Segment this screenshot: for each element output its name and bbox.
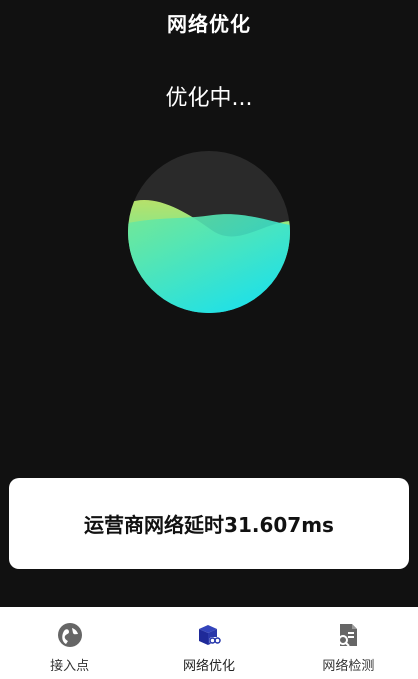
- page-title: 网络优化: [167, 12, 251, 36]
- wave-front-layer: [128, 214, 290, 313]
- document-search-icon: [338, 624, 358, 647]
- latency-card: 运营商网络延时31.607ms: [9, 478, 409, 569]
- globe-pin-icon: [57, 623, 82, 647]
- bottom-navigation: 接入点 网络优化 网络检测: [0, 607, 418, 679]
- nav-item-network-optimize[interactable]: 网络优化: [139, 607, 278, 679]
- network-optimize-screen: 网络优化 优化中... 运营商网络延时31.607ms 接入点 网络优化 网络检…: [0, 0, 418, 679]
- nav-item-access-point[interactable]: 接入点: [0, 607, 139, 679]
- nav-label-access-point: 接入点: [50, 659, 90, 674]
- wave-progress-indicator: [128, 151, 290, 313]
- nav-label-network-optimize: 网络优化: [182, 659, 235, 674]
- nav-label-network-detect: 网络检测: [322, 659, 375, 674]
- box-link-icon: [198, 625, 221, 645]
- latency-text: 运营商网络延时31.607ms: [84, 513, 334, 537]
- nav-item-network-detect[interactable]: 网络检测: [279, 607, 418, 679]
- optimizing-status: 优化中...: [165, 86, 253, 111]
